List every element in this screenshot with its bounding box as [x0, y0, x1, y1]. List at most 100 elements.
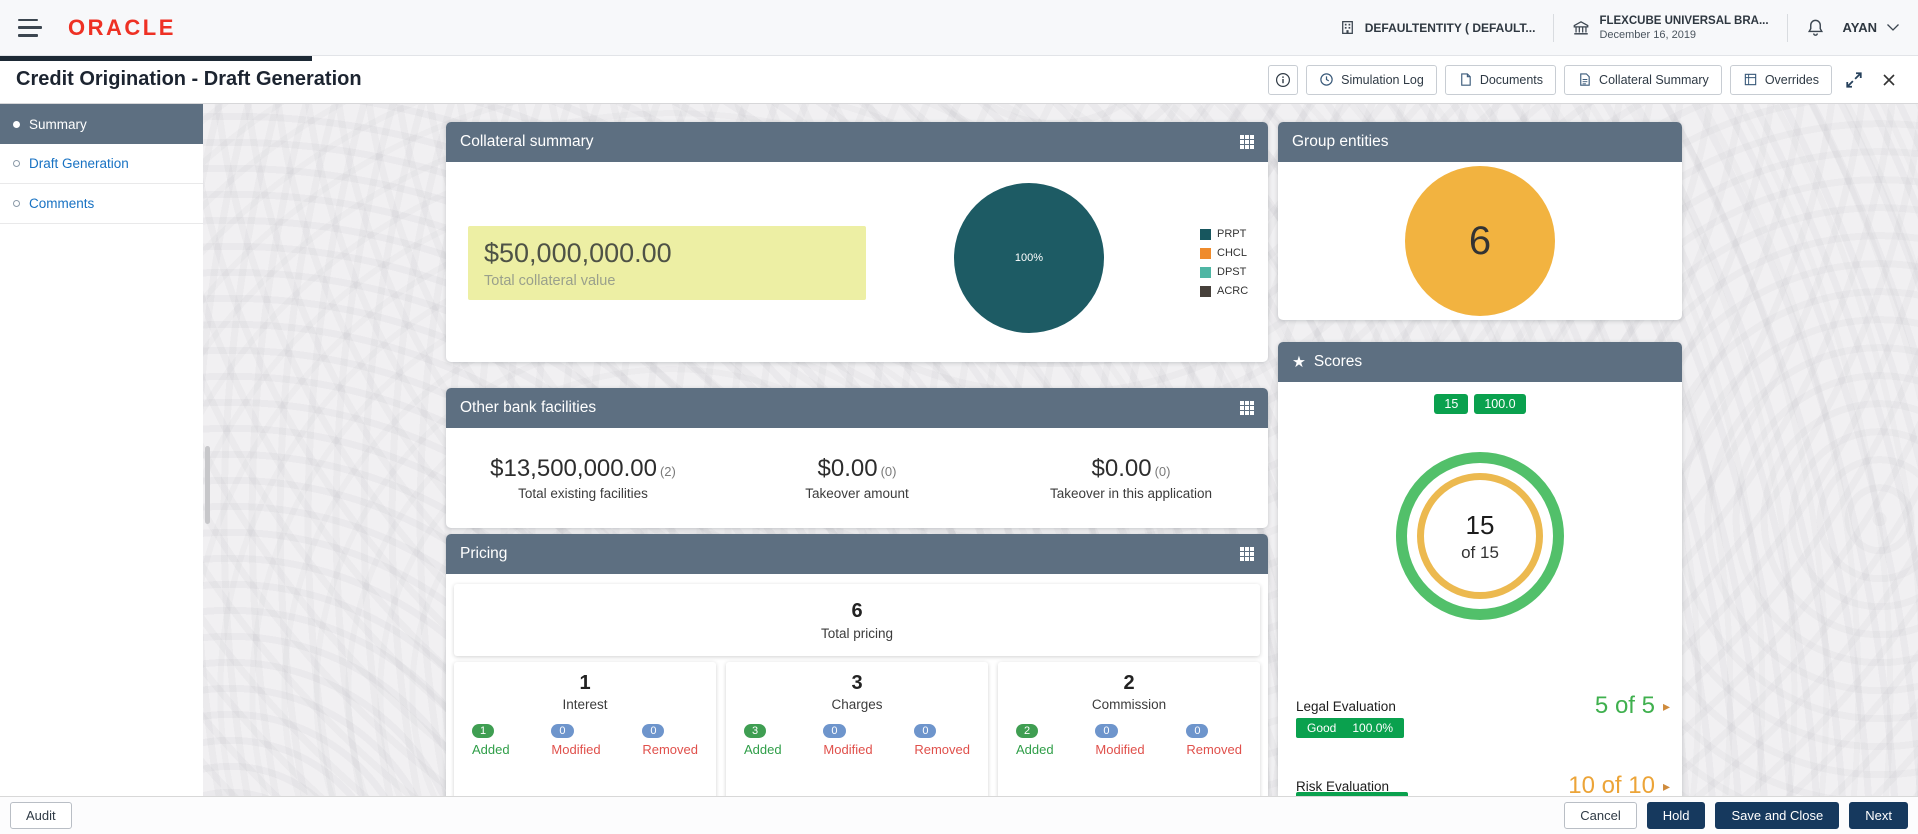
- total-collateral-value: $50,000,000.00: [484, 237, 672, 268]
- removed-count-pill: 0: [1186, 724, 1209, 738]
- stat-count: (0): [880, 464, 897, 479]
- stat-label: Takeover in this application: [1049, 486, 1213, 501]
- oracle-logo: ORACLE: [68, 14, 176, 40]
- stat-label: Total existing facilities: [518, 486, 648, 501]
- legend-label: PRPT: [1217, 228, 1247, 240]
- sidebar-item-draft-generation[interactable]: Draft Generation: [0, 144, 203, 184]
- star-icon: ★: [1292, 353, 1306, 371]
- risk-expand-arrow-icon[interactable]: ▸: [1663, 778, 1670, 795]
- info-button[interactable]: [1268, 64, 1299, 95]
- documents-button[interactable]: Documents: [1444, 64, 1557, 95]
- pricing-group-charges: 3 Charges 3 Added 0 Modified 0 Removed: [726, 662, 988, 796]
- vertical-scrollbar[interactable]: [205, 446, 210, 524]
- stat-label: Takeover amount: [805, 486, 909, 501]
- next-button[interactable]: Next: [1849, 802, 1908, 829]
- grid-view-icon[interactable]: [1240, 401, 1254, 415]
- modified-count-pill: 0: [551, 724, 574, 738]
- group-count: 3: [851, 672, 863, 694]
- group-label: Charges: [831, 697, 883, 712]
- sidebar-item-label: Summary: [29, 116, 87, 132]
- card-other-bank-facilities: Other bank facilities $13,500,000.00 (2) …: [446, 388, 1268, 528]
- modified-label: Modified: [823, 742, 873, 757]
- badge-removed: 0 Removed: [1186, 724, 1242, 757]
- group-badges: 1 Added 0 Modified 0 Removed: [454, 724, 716, 757]
- user-menu[interactable]: AYAN: [1843, 20, 1900, 35]
- overrides-grid-icon: [1743, 72, 1758, 87]
- pricing-card-header: Pricing: [446, 534, 1268, 574]
- save-and-close-button[interactable]: Save and Close: [1715, 802, 1840, 829]
- stat-takeover-amount: $0.00 (0) Takeover amount: [720, 455, 994, 501]
- scores-card-title: Scores: [1313, 353, 1363, 370]
- donut-outer-ring: 15 of 15: [1396, 452, 1564, 620]
- collateral-card-header: Collateral summary: [446, 122, 1268, 162]
- stat-value: $0.00 (0): [817, 455, 897, 482]
- simulation-log-button[interactable]: Simulation Log: [1306, 64, 1437, 95]
- scores-donut-chart: 15 of 15: [1396, 452, 1564, 620]
- grid-view-icon[interactable]: [1240, 135, 1254, 149]
- stat-count: (2): [659, 464, 676, 479]
- branch-name: FLEXCUBE UNIVERSAL BRA...: [1599, 14, 1769, 27]
- legend-item-dpst: DPST: [1200, 266, 1248, 278]
- card-group-entities: Group entities 6: [1278, 122, 1682, 320]
- badge-modified: 0 Modified: [823, 724, 873, 757]
- legal-evaluation-grade-badge: Good 100.0%: [1296, 718, 1405, 738]
- sidebar-item-label: Comments: [29, 196, 95, 211]
- legend-swatch: [1200, 247, 1211, 259]
- collateral-card-body: $50,000,000.00 Total collateral value 10…: [446, 162, 1268, 362]
- legend-swatch: [1200, 285, 1211, 297]
- stepper-sidebar: Summary Draft Generation Comments: [0, 104, 203, 796]
- modified-count-pill: 0: [1095, 724, 1118, 738]
- other-bank-card-body: $13,500,000.00 (2) Total existing facilit…: [446, 428, 1268, 528]
- removed-label: Removed: [1186, 742, 1242, 757]
- added-label: Added: [744, 742, 782, 757]
- pie-percentage-label: 100%: [1014, 252, 1044, 264]
- donut-inner-ring: 15 of 15: [1417, 473, 1543, 599]
- removed-label: Removed: [642, 742, 698, 757]
- badge-added: 2 Added: [1016, 724, 1054, 757]
- overrides-button[interactable]: Overrides: [1729, 64, 1832, 95]
- hold-button[interactable]: Hold: [1646, 802, 1706, 829]
- legal-expand-arrow-icon[interactable]: ▸: [1663, 698, 1670, 715]
- collateral-summary-button[interactable]: Collateral Summary: [1564, 64, 1722, 95]
- documents-label: Documents: [1479, 72, 1544, 87]
- group-badges: 2 Added 0 Modified 0 Removed: [998, 724, 1260, 757]
- total-pricing-count: 6: [851, 599, 863, 622]
- group-entities-card-body: 6: [1278, 162, 1682, 320]
- sidebar-item-comments[interactable]: Comments: [0, 184, 203, 224]
- sidebar-item-summary[interactable]: Summary: [0, 104, 203, 144]
- collateral-card-title: Collateral summary: [460, 133, 594, 150]
- simulation-log-label: Simulation Log: [1341, 72, 1424, 87]
- close-icon[interactable]: [1876, 72, 1902, 88]
- risk-evaluation-score: 10 of 10 ▸: [1568, 772, 1670, 796]
- expand-fullscreen-icon[interactable]: [1840, 71, 1868, 89]
- appbar-right-cluster: DEFAULTENTITY ( DEFAULT... FLEXCUBE UNIV…: [1339, 13, 1900, 42]
- pricing-groups-row: 1 Interest 1 Added 0 Modified 0 Removed: [454, 662, 1260, 796]
- scores-card-header: ★ Scores: [1278, 342, 1682, 382]
- entity-selector[interactable]: DEFAULTENTITY ( DEFAULT...: [1339, 19, 1535, 36]
- badge-modified: 0 Modified: [1095, 724, 1145, 757]
- stat-count: (0): [1154, 464, 1171, 479]
- legend-swatch: [1200, 266, 1211, 278]
- grid-view-icon[interactable]: [1240, 547, 1254, 561]
- group-label: Commission: [1091, 697, 1167, 712]
- branch-selector[interactable]: FLEXCUBE UNIVERSAL BRA... December 16, 2…: [1572, 15, 1769, 41]
- card-collateral-summary: Collateral summary $50,000,000.00 Total …: [446, 122, 1268, 362]
- branch-text: FLEXCUBE UNIVERSAL BRA... December 16, 2…: [1599, 15, 1768, 41]
- badge-added: 3 Added: [744, 724, 782, 757]
- step-bullet: [13, 200, 20, 207]
- legend-label: ACRC: [1217, 285, 1249, 297]
- cancel-button[interactable]: Cancel: [1564, 802, 1637, 829]
- clock-icon: [1319, 72, 1334, 87]
- modified-label: Modified: [551, 742, 601, 757]
- hamburger-menu-icon[interactable]: [18, 18, 42, 37]
- audit-button[interactable]: Audit: [10, 802, 72, 829]
- group-count: 1: [579, 672, 591, 694]
- badge-removed: 0 Removed: [642, 724, 698, 757]
- branch-date: December 16, 2019: [1599, 28, 1697, 41]
- info-icon: [1275, 72, 1291, 88]
- notifications-bell-icon[interactable]: [1806, 18, 1825, 37]
- donut-total-label: of 15: [1461, 542, 1499, 562]
- stat-value: $13,500,000.00 (2): [490, 455, 676, 482]
- scores-top-badges: 15 100.0: [1278, 394, 1682, 414]
- group-label: Interest: [562, 697, 608, 712]
